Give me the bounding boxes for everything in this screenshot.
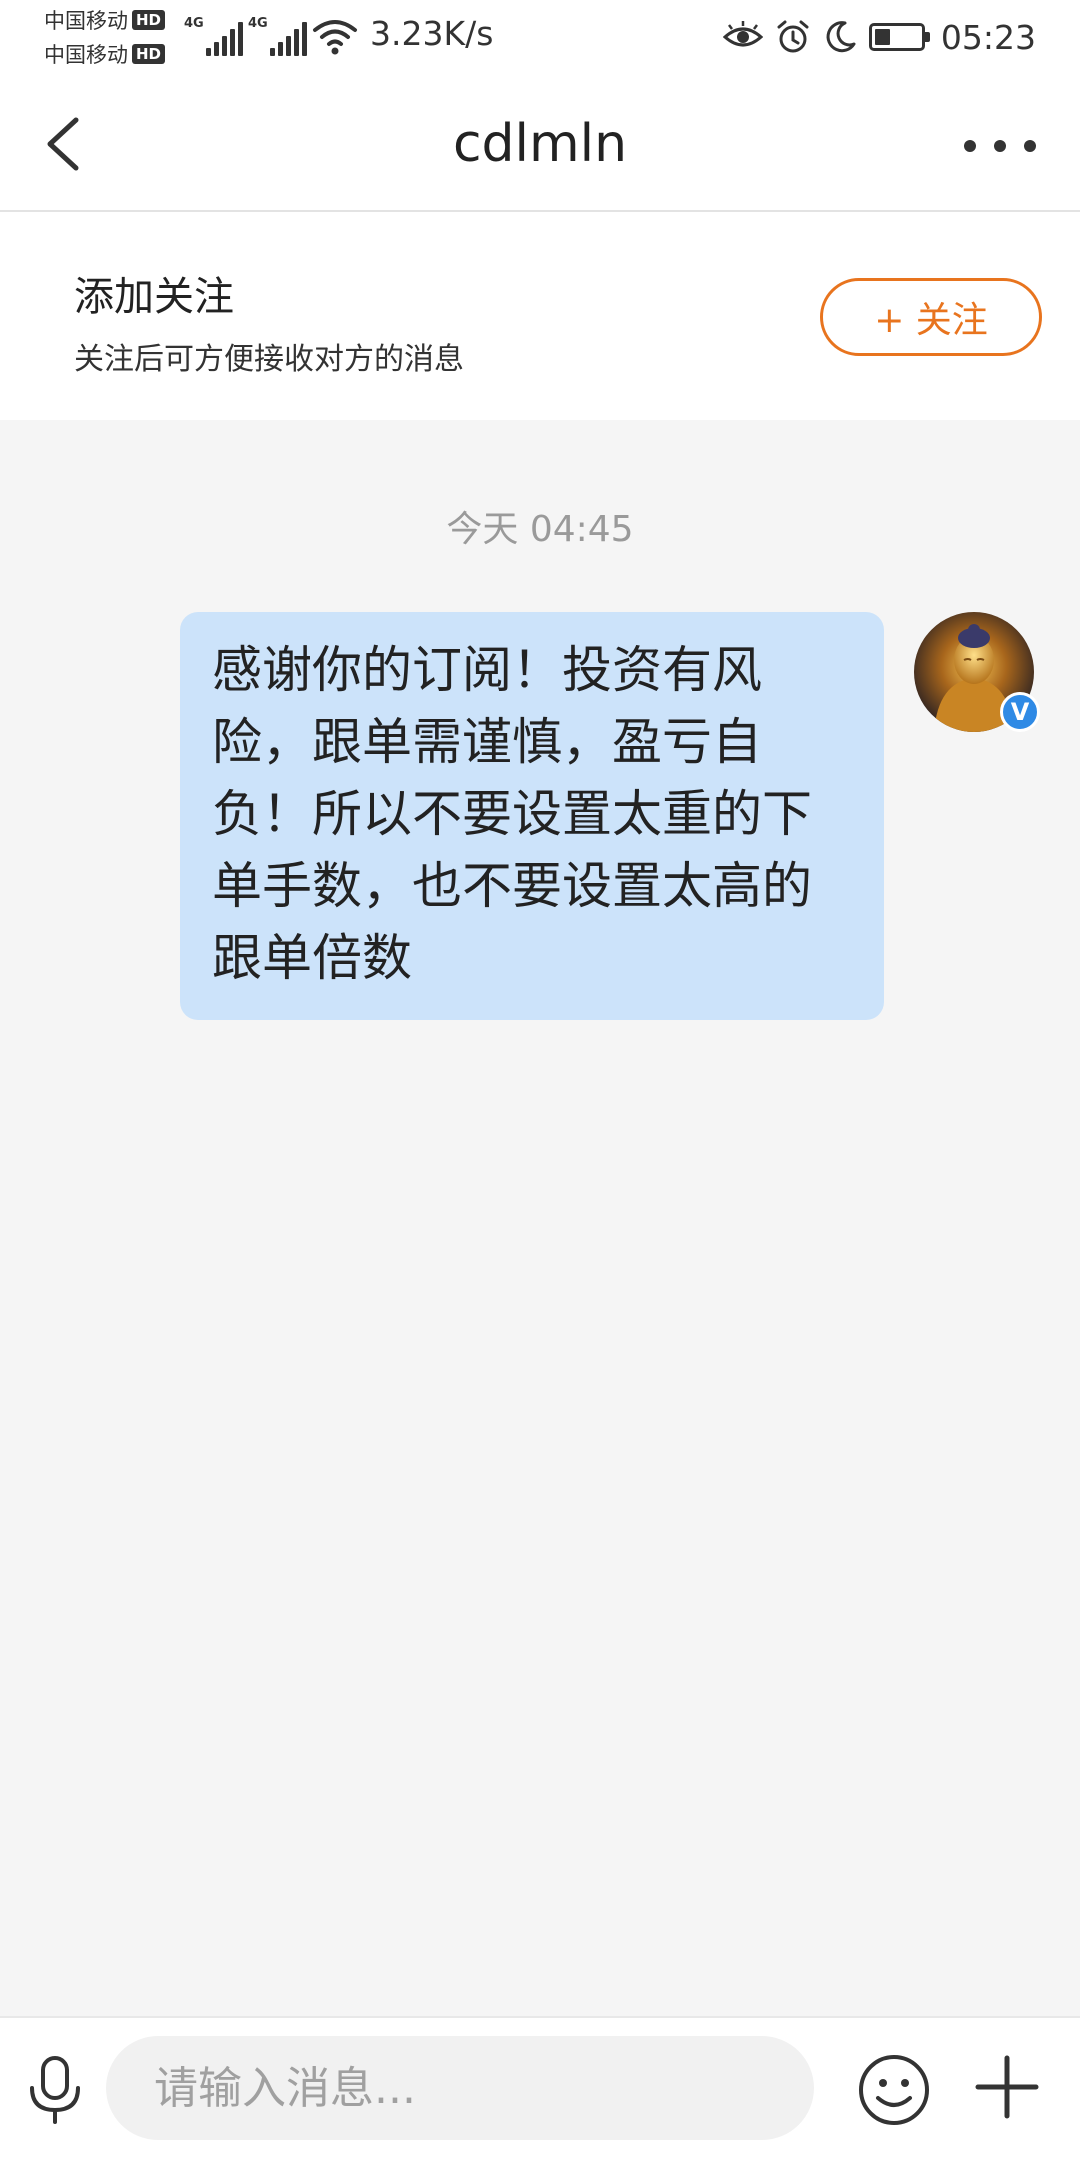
hd-badge: HD <box>132 10 166 30</box>
more-actions-button[interactable] <box>974 2054 1040 2120</box>
status-icons: 05:23 <box>722 12 1036 62</box>
avatar[interactable]: V <box>914 612 1040 732</box>
message-list[interactable]: 今天 04:45 感谢你的订阅！投资有风险，跟单需谨慎，盈亏自负！所以不要设置太… <box>0 420 1080 2016</box>
hd-badge: HD <box>132 44 166 64</box>
network-type: 4G <box>184 16 204 31</box>
chat-screen: 中国移动 HD 中国移动 HD 4G 4G 3.23K/s 05:23 cdlm… <box>0 0 1080 2160</box>
carrier-1: 中国移动 HD <box>44 4 166 36</box>
more-options-button[interactable] <box>960 116 1040 176</box>
carrier-name: 中国移动 <box>44 9 128 33</box>
carrier-2: 中国移动 HD <box>44 38 166 70</box>
voice-input-button[interactable] <box>22 2054 88 2126</box>
follow-title: 添加关注 <box>74 274 234 320</box>
signal-strength-icon: 4G <box>184 16 243 56</box>
input-bar <box>0 2016 1080 2160</box>
status-bar: 中国移动 HD 中国移动 HD 4G 4G 3.23K/s 05:23 <box>0 0 1080 76</box>
plus-icon <box>975 2055 1039 2119</box>
back-button[interactable] <box>30 106 100 182</box>
follow-description: 关注后可方便接收对方的消息 <box>74 342 464 377</box>
emoji-button[interactable] <box>856 2052 932 2128</box>
chat-header: cdlmln <box>0 76 1080 212</box>
alarm-icon <box>777 20 809 53</box>
chevron-left-icon <box>47 117 79 171</box>
microphone-icon <box>30 2056 80 2124</box>
eye-icon <box>722 21 763 47</box>
carrier-name: 中国移动 <box>44 43 128 67</box>
carrier-info: 中国移动 HD 中国移动 HD <box>44 4 184 74</box>
more-dots-icon <box>964 140 1036 152</box>
network-type: 4G <box>248 16 268 31</box>
network-speed: 3.23K/s <box>370 14 494 53</box>
signal-strength-icon: 4G <box>248 16 307 56</box>
moon-icon <box>826 21 856 53</box>
wifi-icon <box>313 20 357 55</box>
follow-button[interactable]: + 关注 <box>820 278 1042 356</box>
verified-badge: V <box>1000 692 1040 732</box>
page-title: cdlmln <box>452 114 628 174</box>
message-input[interactable] <box>106 2036 814 2140</box>
message-bubble[interactable]: 感谢你的订阅！投资有风险，跟单需谨慎，盈亏自负！所以不要设置太重的下单手数，也不… <box>180 612 884 1020</box>
clock: 05:23 <box>940 17 1036 57</box>
emoji-icon <box>859 2055 929 2125</box>
message-timestamp: 今天 04:45 <box>446 509 634 550</box>
battery-icon <box>868 23 930 51</box>
follow-banner: 添加关注 关注后可方便接收对方的消息 + 关注 <box>0 212 1080 420</box>
